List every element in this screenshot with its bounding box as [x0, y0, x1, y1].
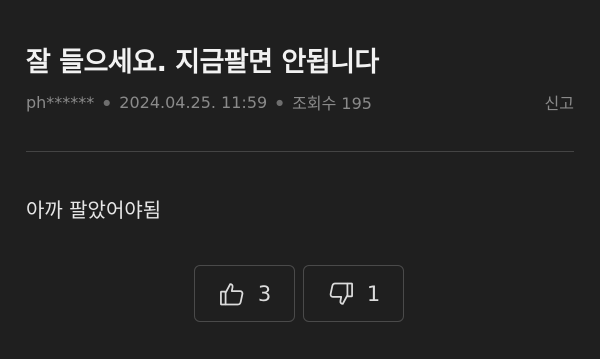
like-button[interactable]: 3: [194, 265, 295, 322]
separator-dot: ●: [276, 97, 284, 107]
thumbs-down-icon: [327, 280, 355, 308]
like-count: 3: [257, 281, 272, 306]
post-body: 아까 팔았어야됨: [26, 198, 162, 222]
dislike-count: 1: [366, 281, 381, 306]
thumbs-up-icon: [218, 280, 246, 308]
post-date: 2024.04.25. 11:59: [119, 92, 268, 112]
post-container: 잘 들으세요. 지금팔면 안됩니다 ph****** ● 2024.04.25.…: [0, 0, 600, 359]
post-meta: ph****** ● 2024.04.25. 11:59 ● 조회수 195 신…: [26, 90, 574, 114]
report-button[interactable]: 신고: [545, 90, 574, 114]
dislike-button[interactable]: 1: [303, 265, 404, 322]
view-count: 조회수 195: [292, 94, 372, 113]
divider: [26, 151, 574, 152]
post-title: 잘 들으세요. 지금팔면 안됩니다: [26, 47, 379, 78]
author-name[interactable]: ph******: [26, 93, 94, 112]
separator-dot: ●: [103, 97, 111, 107]
